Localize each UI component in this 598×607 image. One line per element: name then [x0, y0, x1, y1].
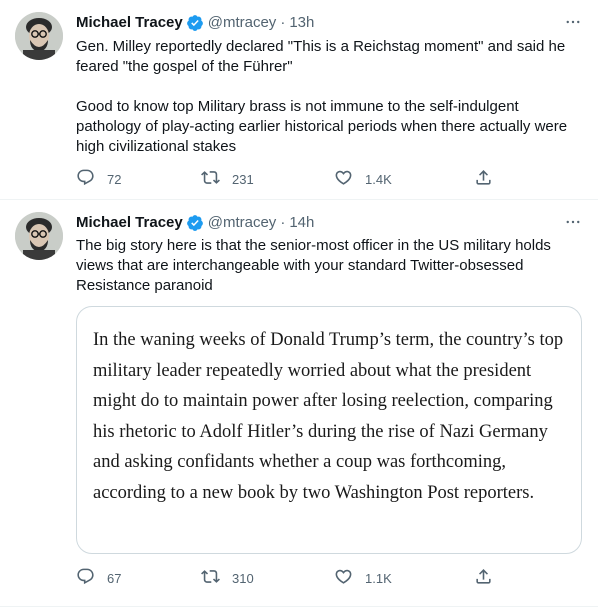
timestamp[interactable]: 13h [289, 13, 314, 33]
share-icon [474, 567, 493, 589]
verified-badge-icon [186, 14, 204, 32]
more-options-icon[interactable] [563, 12, 583, 32]
retweet-button[interactable]: 231 [201, 168, 334, 190]
separator-dot: · [280, 214, 286, 231]
media-quote-text: In the waning weeks of Donald Trump’s te… [93, 330, 564, 503]
author-name[interactable]: Michael Tracey [76, 13, 183, 33]
retweet-button[interactable]: 310 [201, 567, 334, 589]
heart-icon [334, 168, 353, 190]
retweet-count: 310 [232, 570, 254, 586]
reply-count: 67 [107, 570, 122, 586]
tweet-text: Good to know top Military brass is not i… [76, 98, 568, 155]
retweet-icon [201, 567, 220, 589]
tweet-text: Gen. Milley reportedly declared "This is… [76, 38, 566, 75]
timestamp[interactable]: 14h [289, 213, 314, 233]
tweet[interactable]: Michael Tracey @mtracey · 13h Gen. Mille… [0, 0, 598, 200]
reply-icon [76, 567, 95, 589]
author-handle[interactable]: @mtracey [208, 213, 277, 233]
reply-button[interactable]: 67 [76, 567, 201, 589]
reply-count: 72 [107, 171, 122, 187]
reply-button[interactable]: 72 [76, 168, 201, 190]
avatar[interactable] [15, 212, 63, 260]
heart-icon [334, 567, 353, 589]
like-count: 1.1K [365, 570, 392, 586]
tweet-actions: 72 231 1.4K [76, 168, 506, 190]
tweet-actions: 67 310 1.1K [76, 567, 506, 589]
retweet-count: 231 [232, 171, 254, 187]
like-button[interactable]: 1.1K [334, 567, 474, 589]
author-name[interactable]: Michael Tracey [76, 213, 183, 233]
media-text-image[interactable]: In the waning weeks of Donald Trump’s te… [76, 306, 582, 554]
author-handle[interactable]: @mtracey [208, 13, 277, 33]
tweet-header: Michael Tracey @mtracey · 13h [76, 13, 314, 33]
tweet-text: The big story here is that the senior-mo… [76, 237, 551, 294]
tweet[interactable]: Michael Tracey @mtracey · 14h The big st… [0, 200, 598, 607]
share-button[interactable] [474, 567, 493, 589]
retweet-icon [201, 168, 220, 190]
verified-badge-icon [186, 214, 204, 232]
share-button[interactable] [474, 168, 493, 190]
like-button[interactable]: 1.4K [334, 168, 474, 190]
tweet-header: Michael Tracey @mtracey · 14h [76, 213, 314, 233]
separator-dot: · [280, 14, 286, 31]
share-icon [474, 168, 493, 190]
avatar-image [15, 12, 63, 60]
more-options-icon[interactable] [563, 212, 583, 232]
reply-icon [76, 168, 95, 190]
avatar[interactable] [15, 12, 63, 60]
avatar-image [15, 212, 63, 260]
like-count: 1.4K [365, 171, 392, 187]
